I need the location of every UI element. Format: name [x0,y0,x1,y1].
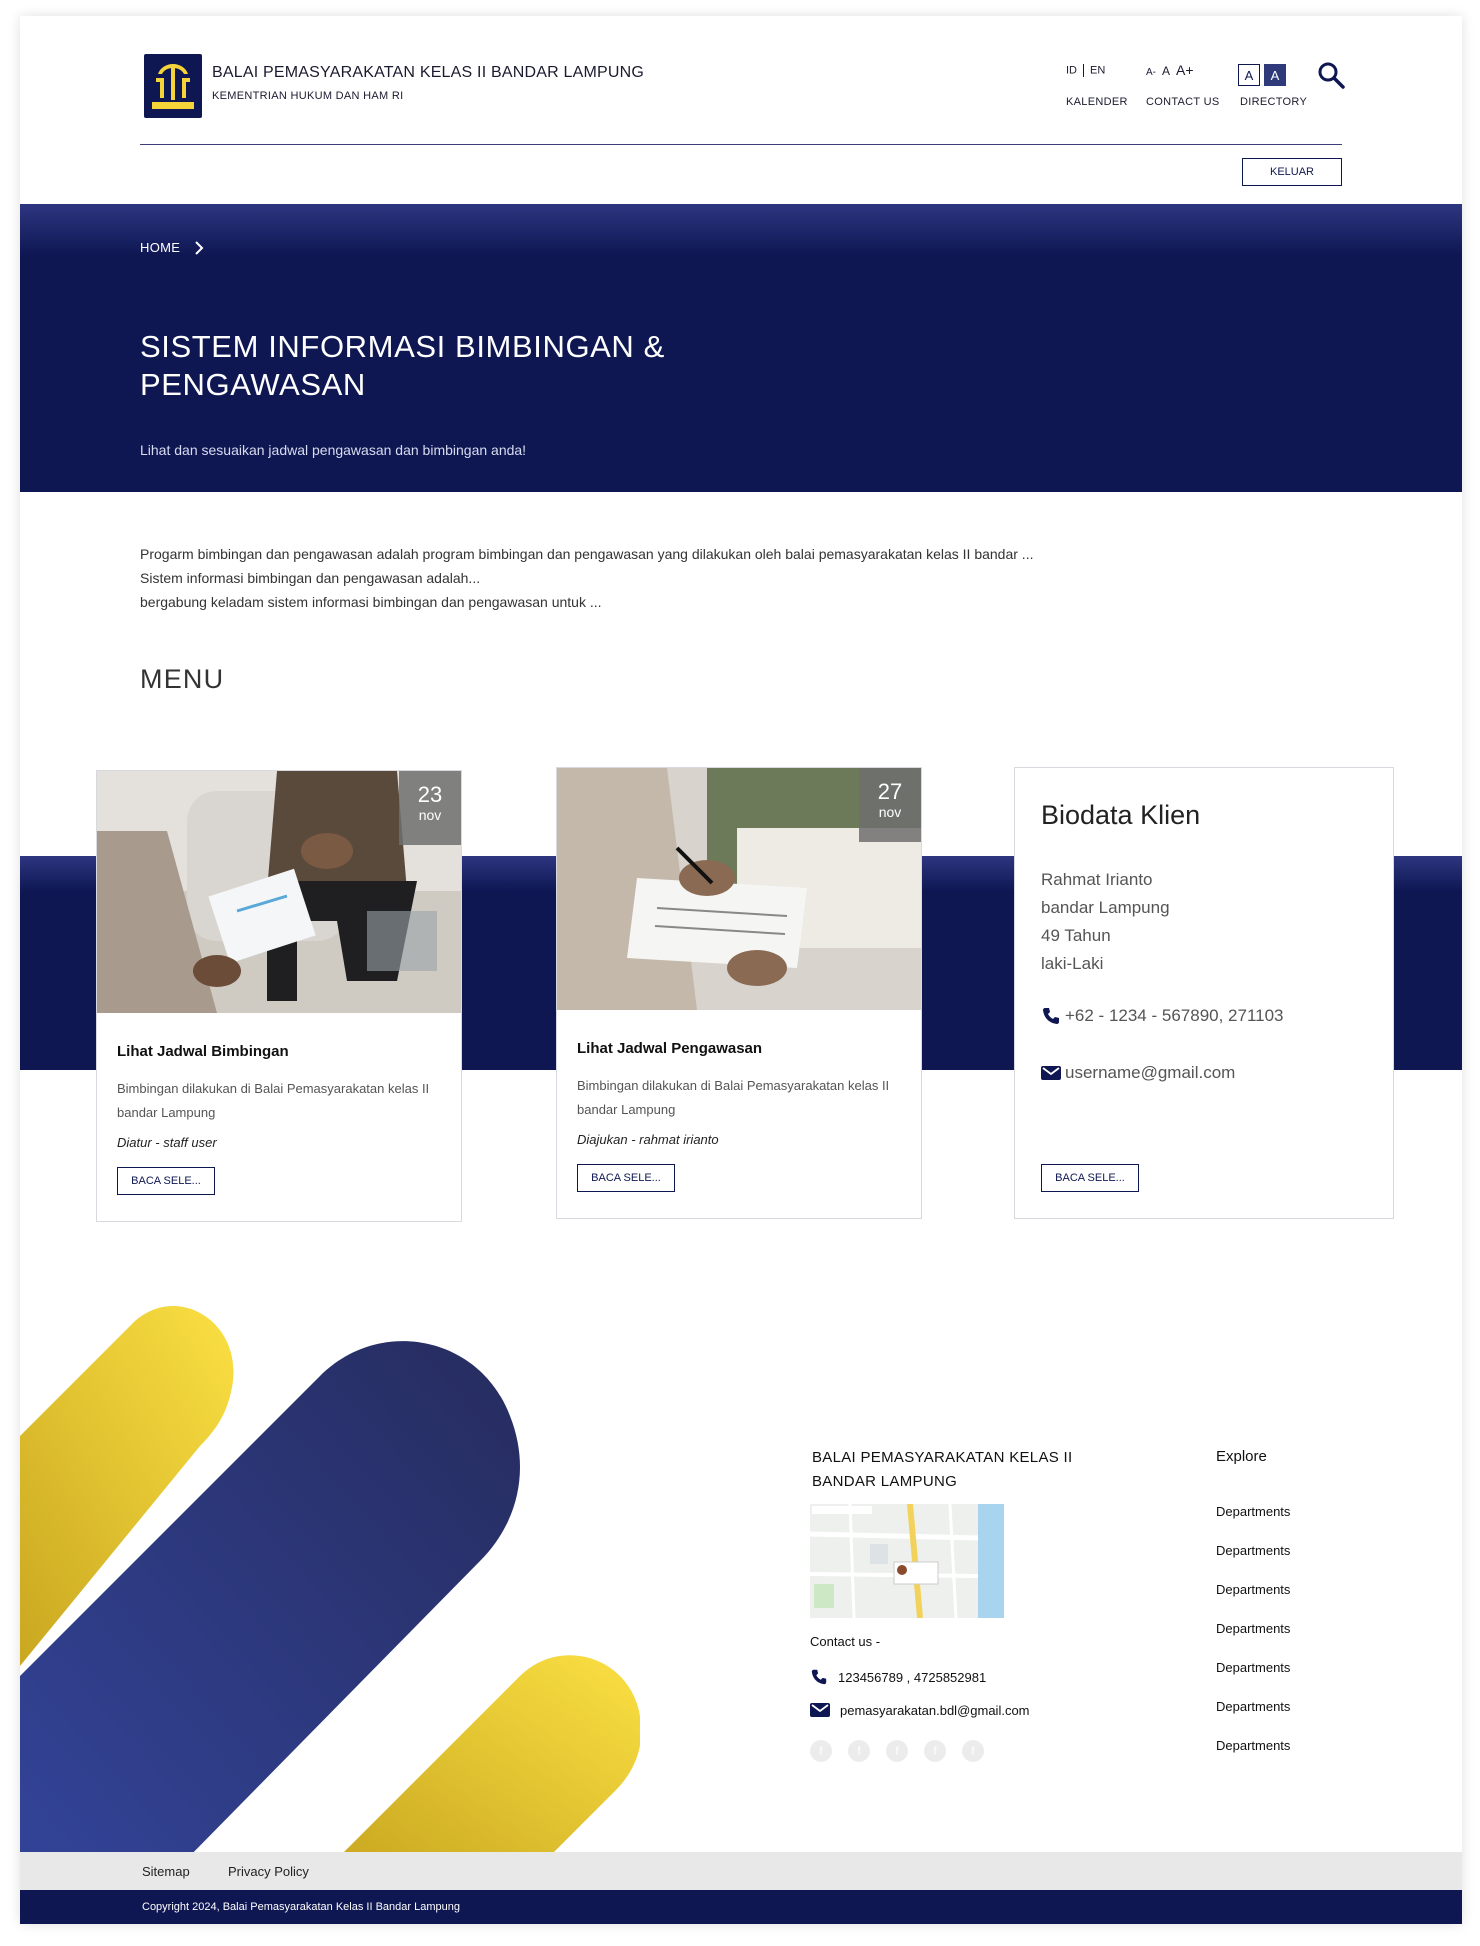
intro-line: Progarm bimbingan dan pengawasan adalah … [140,546,1034,562]
site-logo[interactable] [144,54,202,118]
date-month: nov [878,804,902,820]
explore-link[interactable]: Departments [1216,1621,1290,1660]
footer-links-bar: Sitemap Privacy Policy [20,1852,1462,1890]
explore-link[interactable]: Departments [1216,1543,1290,1582]
breadcrumb-home[interactable]: HOME [140,240,180,255]
footer-contact-label: Contact us - [810,1634,881,1649]
phone-icon [811,1669,827,1685]
explore-link[interactable]: Departments [1216,1504,1290,1543]
date-day: 23 [417,782,443,807]
footer-phone-row: 123456789 , 4725852981 [810,1668,986,1686]
card-title[interactable]: Lihat Jadwal Pengawasan [577,1040,762,1057]
read-more-button[interactable]: BACA SELE... [1041,1164,1139,1192]
biodata-title: Biodata Klien [1041,800,1201,830]
mail-icon [810,1703,830,1717]
date-badge: 23 nov [399,771,461,845]
card-jadwal-bimbingan: 23 nov Lihat Jadwal Bimbingan Bimbingan … [96,770,462,1222]
explore-link[interactable]: Departments [1216,1582,1290,1621]
client-phone-row: +62 - 1234 - 567890, 271103 [1041,1006,1284,1026]
biodata-details: Rahmat Irianto bandar Lampung 49 Tahun l… [1041,866,1170,978]
location-map[interactable] [810,1504,1004,1618]
copyright-text: Copyright 2024, Balai Pemasyarakatan Kel… [142,1901,460,1913]
read-more-button[interactable]: BACA SELE... [117,1167,215,1195]
page-frame: BALAI PEMASYARAKATAN KELAS II BANDAR LAM… [20,16,1462,1924]
page-subtitle: Lihat dan sesuaikan jadwal pengawasan da… [140,442,527,458]
sitemap-link[interactable]: Sitemap [142,1864,190,1879]
facebook-icon[interactable]: f [924,1740,946,1762]
card-image: 27 nov [557,768,921,1010]
contrast-light-button[interactable]: A [1238,64,1260,86]
explore-title: Explore [1216,1448,1267,1465]
logout-button[interactable]: KELUAR [1242,158,1342,186]
social-links: f f f f f [810,1740,984,1762]
facebook-icon[interactable]: f [886,1740,908,1762]
facebook-icon[interactable]: f [848,1740,870,1762]
font-size-controls: A- A A+ [1146,62,1200,78]
kalender-link[interactable]: KALENDER [1066,96,1128,108]
client-name: Rahmat Irianto [1041,870,1153,889]
mail-icon [1041,1066,1061,1080]
site-title: BALAI PEMASYARAKATAN KELAS II BANDAR LAM… [212,64,645,81]
footer-phone: 123456789 , 4725852981 [838,1669,987,1685]
footer-org-name: BALAI PEMASYARAKATAN KELAS II BANDAR LAM… [812,1449,1073,1490]
explore-link[interactable]: Departments [1216,1660,1290,1699]
card-image: 23 nov [97,771,461,1013]
chevron-right-icon [195,240,204,255]
facebook-icon[interactable]: f [810,1740,832,1762]
menu-heading: MENU [140,664,225,694]
language-switcher: ID EN [1066,64,1105,77]
card-meta: Diatur - staff user [117,1135,217,1150]
font-decrease-button[interactable]: A- [1146,67,1156,78]
intro-text: Progarm bimbingan dan pengawasan adalah … [140,542,1033,614]
site-subtitle: KEMENTRIAN HUKUM DAN HAM RI [212,90,404,102]
lang-id-link[interactable]: ID [1066,64,1077,76]
map-thumbnail [810,1504,1004,1618]
font-normal-button[interactable]: A [1162,64,1170,78]
contact-us-link[interactable]: CONTACT US [1146,96,1220,108]
facebook-icon[interactable]: f [962,1740,984,1762]
intro-line: bergabung keladam sistem informasi bimbi… [140,594,602,610]
breadcrumb: HOME [140,240,204,255]
client-city: bandar Lampung [1041,898,1170,917]
explore-list: Departments Departments Departments Depa… [1216,1504,1290,1777]
date-day: 27 [877,779,903,804]
client-phone: +62 - 1234 - 567890, 271103 [1065,1006,1284,1025]
card-biodata-klien: Biodata Klien Rahmat Irianto bandar Lamp… [1014,767,1394,1219]
client-email: username@gmail.com [1065,1063,1236,1082]
header-divider [140,144,1342,145]
copyright-bar: Copyright 2024, Balai Pemasyarakatan Kel… [20,1890,1462,1924]
directory-link[interactable]: DIRECTORY [1240,96,1307,108]
font-increase-button[interactable]: A+ [1176,62,1194,78]
explore-link[interactable]: Departments [1216,1699,1290,1738]
pengayoman-emblem-icon [148,60,198,112]
decorative-shapes [20,1306,640,1866]
intro-line: Sistem informasi bimbingan dan pengawasa… [140,570,481,586]
divider [1083,64,1084,77]
read-more-button[interactable]: BACA SELE... [577,1164,675,1192]
card-description: Bimbingan dilakukan di Balai Pemasyaraka… [577,1078,890,1117]
search-icon[interactable] [1316,60,1346,90]
explore-link[interactable]: Departments [1216,1738,1290,1777]
phone-icon [1043,1008,1059,1024]
hero-banner: HOME SISTEM INFORMASI BIMBINGAN & PENGAW… [20,204,1462,492]
client-email-row: username@gmail.com [1041,1063,1235,1083]
card-title[interactable]: Lihat Jadwal Bimbingan [117,1043,289,1060]
contrast-controls: A A [1238,64,1286,86]
page-title: SISTEM INFORMASI BIMBINGAN & PENGAWASAN [140,329,665,402]
lang-en-link[interactable]: EN [1090,64,1105,76]
client-gender: laki-Laki [1041,954,1104,973]
card-description: Bimbingan dilakukan di Balai Pemasyaraka… [117,1081,430,1120]
footer-email[interactable]: pemasyarakatan.bdl@gmail.com [840,1703,1030,1718]
footer-email-row: pemasyarakatan.bdl@gmail.com [810,1702,1030,1718]
privacy-policy-link[interactable]: Privacy Policy [228,1864,309,1879]
date-month: nov [418,807,442,823]
date-badge: 27 nov [859,768,921,842]
client-age: 49 Tahun [1041,926,1111,945]
card-meta: Diajukan - rahmat irianto [577,1132,719,1147]
card-jadwal-pengawasan: 27 nov Lihat Jadwal Pengawasan Bimbingan… [556,767,922,1219]
contrast-dark-button[interactable]: A [1264,64,1286,86]
